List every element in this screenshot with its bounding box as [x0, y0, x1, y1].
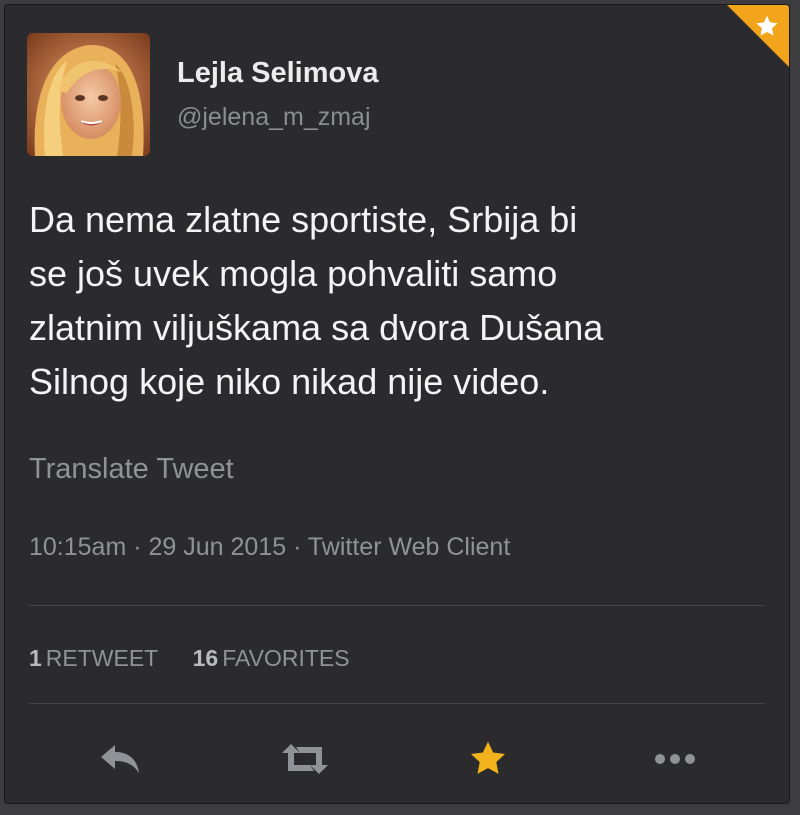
star-icon	[470, 741, 506, 774]
tweet-text: Da nema zlatne sportiste, Srbija bi se j…	[29, 193, 769, 409]
retweet-count-link[interactable]: 1 RETWEET	[29, 645, 158, 672]
more-dots-icon	[655, 754, 695, 764]
star-icon	[756, 15, 778, 36]
favorite-count-link[interactable]: 16 FAVORITES	[193, 645, 350, 672]
reply-button[interactable]	[95, 739, 145, 779]
favorite-count: 16	[192, 645, 219, 671]
retweet-button[interactable]	[280, 739, 330, 779]
translate-tweet-link[interactable]: Translate Tweet	[29, 453, 234, 486]
tweet-timestamp[interactable]: 10:15am · 29 Jun 2015 · Twitter Web Clie…	[29, 533, 510, 562]
tweet-text-line: Silnog koje niko nikad nije video.	[29, 361, 550, 402]
divider	[29, 605, 765, 606]
favorite-button[interactable]	[463, 739, 513, 779]
user-handle[interactable]: @jelena_m_zmaj	[177, 103, 371, 132]
reply-icon	[101, 745, 139, 773]
divider	[29, 703, 765, 704]
tweet-stats: 1 RETWEET 16 FAVORITES	[29, 645, 378, 672]
retweet-icon	[282, 744, 328, 774]
favorite-count-label: FAVORITES	[222, 645, 350, 671]
tweet-card: Lejla Selimova @jelena_m_zmaj Da nema zl…	[4, 4, 790, 804]
user-name[interactable]: Lejla Selimova	[177, 57, 379, 90]
retweet-count-label: RETWEET	[45, 645, 159, 671]
tweet-text-line: zlatnim viljuškama sa dvora Dušana	[29, 307, 604, 348]
tweet-text-line: se još uvek mogla pohvaliti samo	[29, 253, 558, 294]
retweet-count: 1	[29, 645, 42, 671]
tweet-text-line: Da nema zlatne sportiste, Srbija bi	[29, 199, 578, 240]
more-button[interactable]	[650, 739, 700, 779]
avatar[interactable]	[27, 33, 150, 156]
